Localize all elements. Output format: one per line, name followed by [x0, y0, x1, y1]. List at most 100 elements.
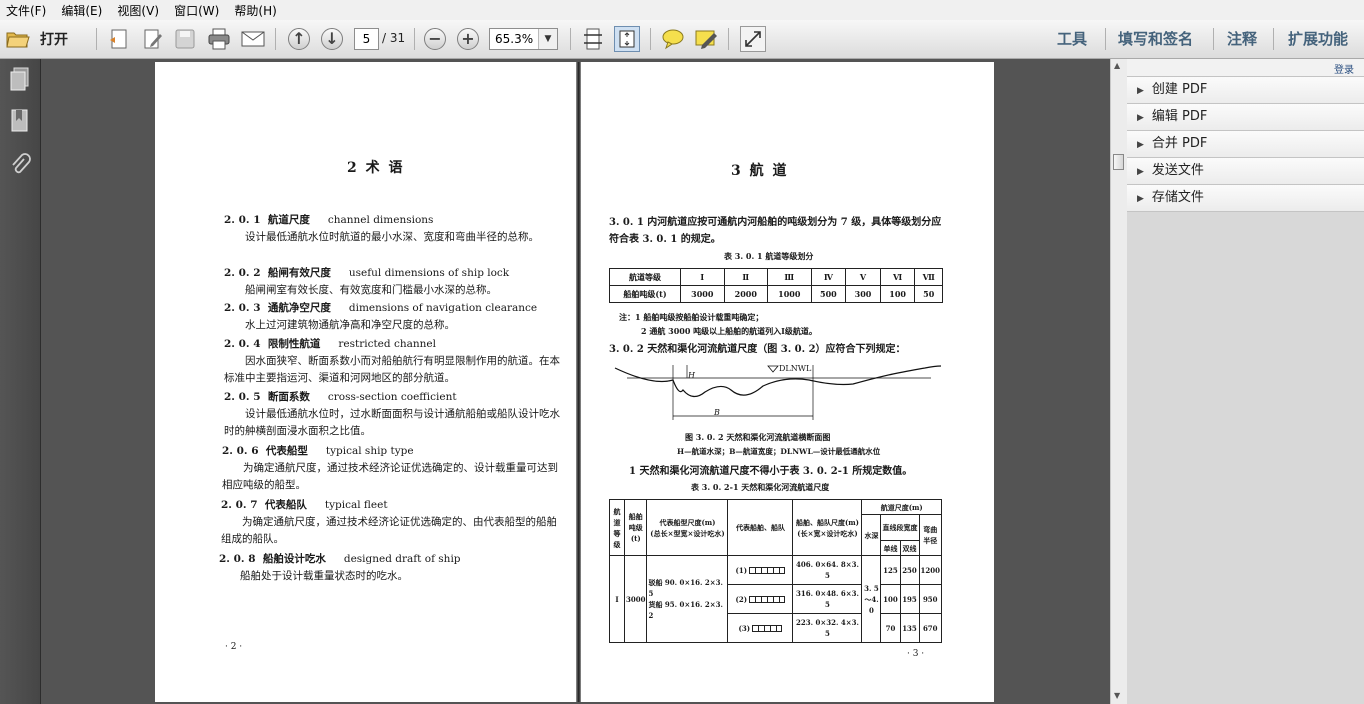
term-heading: 2. 0. 3 通航净空尺度 dimensions of navigation c… — [224, 300, 537, 315]
save-button[interactable] — [172, 26, 198, 52]
table-cell: 500 — [810, 285, 847, 303]
open-button[interactable]: 打开 — [6, 25, 80, 53]
term-description: 因水面狭窄、断面系数小而对船舶航行有明显限制作用的航道。在本标准中主要指运河、渠… — [224, 355, 560, 384]
fit-page-button[interactable] — [614, 26, 640, 52]
print-button[interactable] — [206, 26, 232, 52]
term-name: 通航净空尺度 — [267, 302, 331, 314]
navigation-pane — [0, 59, 41, 704]
term-number: 2. 0. 5 — [224, 391, 261, 403]
table-header-text: (总长×型宽×设计吃水) — [650, 528, 725, 538]
table-cell: 135 — [899, 613, 920, 643]
scroll-mode-button[interactable] — [580, 26, 606, 52]
fill-sign-link[interactable]: 填写和签名 — [1118, 20, 1193, 58]
table-cell: (2) — [727, 584, 794, 615]
menu-edit[interactable]: 编辑(E) — [55, 1, 106, 21]
document-view[interactable]: 2 术 语 2. 0. 1 航道尺度 channel dimensions 设计最… — [41, 59, 1110, 704]
figure-label-b: B — [714, 408, 720, 417]
vertical-scrollbar[interactable]: ▲ ▼ — [1110, 59, 1128, 704]
table-header: 航道等级 — [609, 268, 681, 286]
send-file-panel[interactable]: ▶ 发送文件 — [1127, 158, 1364, 185]
menu-view[interactable]: 视图(V) — [111, 1, 163, 21]
toolbar-separator — [1105, 28, 1106, 50]
table-cell: Ⅵ — [879, 268, 916, 286]
scroll-down-arrow-icon[interactable]: ▼ — [1114, 691, 1120, 700]
term-description: 设计最低通航水位时航道的最小水深、宽度和弯曲半径的总称。 — [245, 231, 539, 243]
fleet-number: (2) — [735, 594, 748, 604]
table-cell: 3000 — [623, 555, 648, 643]
channel-grade-table: 航道等级 Ⅰ Ⅱ Ⅲ Ⅳ Ⅴ Ⅵ Ⅶ 船舶吨级(t) 3000 2000 100… — [609, 268, 943, 303]
table-note: 注：1 船舶吨级按船舶设计载重吨确定； — [619, 312, 764, 322]
scrollbar-thumb[interactable] — [1113, 154, 1124, 170]
create-pdf-panel[interactable]: ▶ 创建 PDF — [1127, 77, 1364, 104]
figure-caption: 图 3. 0. 2 天然和渠化河流航道横断面图 — [685, 432, 831, 442]
page-number: · 2 · — [225, 642, 243, 652]
zoom-in-button[interactable]: + — [455, 26, 481, 52]
panel-label: 合并 PDF — [1151, 136, 1208, 151]
table-cell: 250 — [899, 555, 920, 586]
page-number-input[interactable] — [354, 28, 379, 50]
table-header: 船舶、船队尺度(m) (长×宽×设计吃水) — [792, 498, 863, 557]
chapter-title: 3 航 道 — [731, 163, 789, 179]
chapter-title: 2 术 语 — [347, 160, 405, 176]
table-cell: 950 — [918, 584, 943, 615]
table-cell: Ⅶ — [914, 268, 943, 286]
login-link[interactable]: 登录 — [1334, 61, 1354, 76]
extended-features-link[interactable]: 扩展功能 — [1288, 20, 1348, 58]
highlight-button[interactable] — [693, 26, 719, 52]
store-file-panel[interactable]: ▶ 存储文件 — [1127, 185, 1364, 212]
toolbar-separator — [1213, 28, 1214, 50]
term-number: 2. 0. 7 — [221, 499, 258, 511]
term-heading: 2. 0. 1 航道尺度 channel dimensions — [224, 212, 433, 227]
chevron-down-icon[interactable]: ▼ — [538, 29, 557, 49]
minus-icon: − — [424, 28, 446, 50]
term-description: 为确定通航尺度，通过技术经济论证优选确定的、由代表船型的船舶组成的船队。 — [221, 516, 557, 545]
email-button[interactable] — [240, 26, 266, 52]
combine-pdf-panel[interactable]: ▶ 合并 PDF — [1127, 131, 1364, 158]
term-english: useful dimensions of ship lock — [348, 267, 510, 279]
term-number: 2. 0. 8 — [219, 553, 256, 565]
clause-3-0-1: 3. 0. 1 内河航道应按可通航内河船舶的吨级划分为 7 级，具体等级划分应符… — [609, 217, 942, 245]
edit-document-button[interactable] — [140, 26, 166, 52]
create-pdf-button[interactable] — [106, 26, 132, 52]
next-page-button[interactable]: ↓ — [319, 26, 345, 52]
table-header: 船舶吨级(t) — [623, 498, 648, 557]
zoom-select[interactable]: 65.3% ▼ — [489, 28, 558, 50]
scroll-up-arrow-icon[interactable]: ▲ — [1114, 61, 1120, 70]
toolbar-separator — [728, 28, 729, 50]
table-cell: Ⅱ — [723, 268, 769, 286]
channel-dimensions-table: 航道等级 船舶吨级(t) 代表船型尺度(m) (总长×型宽×设计吃水) 代表船舶、… — [609, 498, 943, 643]
term-number: 2. 0. 3 — [224, 302, 261, 314]
zoom-out-button[interactable]: − — [422, 26, 448, 52]
comment-button[interactable] — [660, 26, 686, 52]
table-header: 水深 — [861, 514, 882, 557]
term-english: dimensions of navigation clearance — [348, 302, 538, 314]
menu-file[interactable]: 文件(F) — [0, 1, 50, 21]
term-number: 2. 0. 6 — [222, 445, 259, 457]
menu-help[interactable]: 帮助(H) — [228, 1, 280, 21]
table-cell: 125 — [880, 555, 901, 586]
full-screen-button[interactable] — [740, 26, 766, 52]
term-heading: 2. 0. 6 代表船型 typical ship type — [222, 443, 414, 458]
table-cell: Ⅲ — [767, 268, 812, 286]
task-pane-header: 登录 — [1127, 59, 1364, 77]
edit-pdf-panel[interactable]: ▶ 编辑 PDF — [1127, 104, 1364, 131]
term-english: typical fleet — [324, 499, 388, 511]
table-cell: 100 — [880, 584, 901, 615]
page-thumbnails-icon[interactable] — [9, 67, 31, 91]
term-description: 船舶处于设计载重量状态时的吃水。 — [240, 570, 408, 582]
tools-link[interactable]: 工具 — [1057, 20, 1087, 58]
menu-window[interactable]: 窗口(W) — [168, 1, 223, 21]
bookmarks-icon[interactable] — [9, 109, 31, 133]
table-row: 航道等级 船舶吨级(t) 代表船型尺度(m) (总长×型宽×设计吃水) 代表船舶、… — [609, 498, 942, 557]
ship-type: 驳船 90. 0×16. 2×3. 5 — [648, 578, 723, 599]
toolbar-separator — [570, 28, 571, 50]
clause-3-0-2: 3. 0. 2 天然和渠化河流航道尺度（图 3. 0. 2）应符合下列规定： — [609, 344, 906, 355]
table-cell: 1200 — [918, 555, 943, 586]
task-pane: 登录 ▶ 创建 PDF ▶ 编辑 PDF ▶ 合并 PDF ▶ 发送文件 ▶ 存储文件 — [1127, 59, 1364, 704]
barge-fleet-icon — [749, 596, 786, 604]
attachments-icon[interactable] — [9, 153, 31, 177]
table-header-text: 代表船型尺度(m) — [659, 517, 716, 527]
table-cell: 195 — [899, 584, 920, 615]
previous-page-button[interactable]: ↑ — [286, 26, 312, 52]
comment-link[interactable]: 注释 — [1227, 20, 1257, 58]
